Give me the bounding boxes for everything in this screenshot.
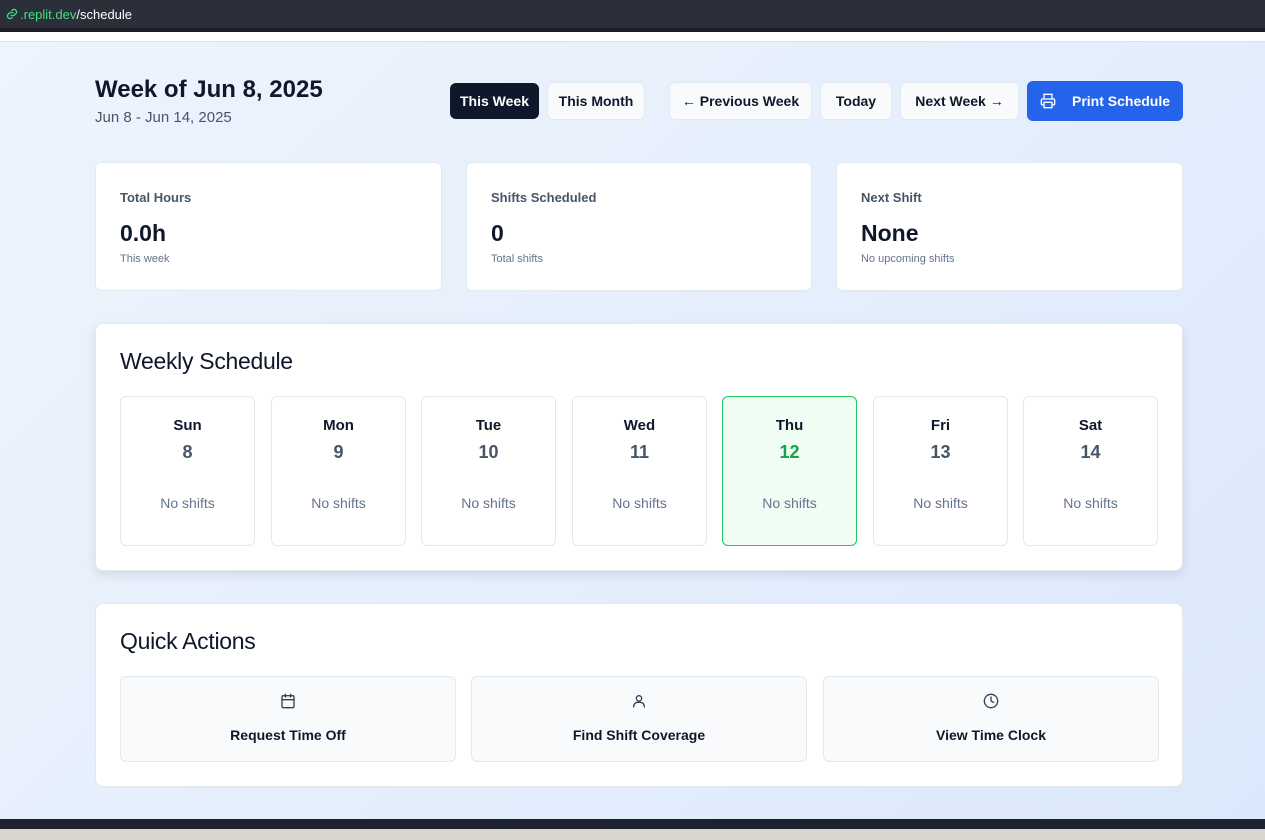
day-card-fri[interactable]: Fri 13 No shifts	[873, 396, 1008, 546]
clock-icon	[983, 693, 999, 709]
next-shift-card: Next Shift None No upcoming shifts	[836, 162, 1183, 291]
day-date: 12	[779, 442, 800, 462]
taskbar-strip	[0, 829, 1265, 840]
link-icon	[6, 8, 18, 20]
calendar-icon	[281, 693, 295, 709]
day-status: No shifts	[612, 495, 667, 511]
this-week-button[interactable]: This Week	[450, 83, 539, 119]
day-card-wed[interactable]: Wed 11 No shifts	[572, 396, 707, 546]
previous-week-button[interactable]: ← Previous Week	[669, 82, 812, 120]
day-status: No shifts	[160, 495, 215, 511]
stat-value: 0.0h	[120, 220, 167, 246]
day-name: Thu	[775, 417, 804, 434]
stat-label: Total Hours	[120, 190, 192, 205]
stat-value: None	[861, 220, 919, 246]
stat-note: Total shifts	[491, 253, 543, 265]
day-card-mon[interactable]: Mon 9 No shifts	[271, 396, 406, 546]
os-taskbar	[0, 819, 1265, 840]
header-divider	[0, 32, 1265, 42]
action-label: View Time Clock	[936, 727, 1046, 743]
day-status: No shifts	[461, 495, 516, 511]
day-date: 9	[333, 442, 344, 462]
stat-value: 0	[491, 220, 504, 246]
page-title: Week of Jun 8, 2025	[95, 76, 323, 103]
action-label: Find Shift Coverage	[572, 727, 706, 743]
day-status: No shifts	[913, 495, 968, 511]
shifts-scheduled-card: Shifts Scheduled 0 Total shifts	[466, 162, 812, 291]
day-name: Tue	[475, 417, 502, 434]
day-card-thu-today[interactable]: Thu 12 No shifts	[722, 396, 857, 546]
day-status: No shifts	[762, 495, 817, 511]
stat-label: Next Shift	[861, 190, 922, 205]
print-schedule-label: Print Schedule	[1071, 93, 1171, 109]
day-name: Wed	[623, 417, 656, 434]
stat-note: No upcoming shifts	[861, 253, 955, 265]
day-name: Fri	[930, 417, 951, 434]
day-name: Sun	[173, 417, 202, 434]
request-time-off-button[interactable]: Request Time Off	[120, 676, 456, 762]
browser-url-bar[interactable]: .replit.dev/schedule	[0, 0, 1265, 32]
day-name: Sat	[1078, 417, 1103, 434]
find-shift-coverage-button[interactable]: Find Shift Coverage	[471, 676, 807, 762]
today-button[interactable]: Today	[820, 82, 892, 120]
day-date: 10	[478, 442, 499, 462]
quick-actions-title: Quick Actions	[120, 628, 256, 654]
day-card-sun[interactable]: Sun 8 No shifts	[120, 396, 255, 546]
user-icon	[633, 695, 645, 708]
next-week-button[interactable]: Next Week →	[900, 82, 1019, 120]
stat-label: Shifts Scheduled	[491, 190, 597, 205]
day-date: 8	[182, 442, 193, 462]
url-path: /schedule	[76, 6, 133, 22]
date-range: Jun 8 - Jun 14, 2025	[95, 109, 232, 126]
weekly-schedule-title: Weekly Schedule	[120, 348, 293, 374]
view-time-clock-button[interactable]: View Time Clock	[823, 676, 1159, 762]
url-domain: .replit.dev	[20, 6, 77, 22]
day-card-sat[interactable]: Sat 14 No shifts	[1023, 396, 1158, 546]
print-schedule-button[interactable]: Print Schedule	[1027, 81, 1183, 121]
printer-icon	[1040, 93, 1056, 109]
day-status: No shifts	[1063, 495, 1118, 511]
action-label: Request Time Off	[230, 727, 346, 743]
day-status: No shifts	[311, 495, 366, 511]
day-date: 11	[629, 442, 650, 462]
weekly-schedule-panel: Weekly Schedule Sun 8 No shifts Mon 9 No…	[95, 323, 1183, 571]
day-name: Mon	[323, 417, 354, 434]
day-date: 13	[930, 442, 951, 462]
total-hours-card: Total Hours 0.0h This week	[95, 162, 442, 291]
this-month-button[interactable]: This Month	[547, 82, 645, 120]
day-card-tue[interactable]: Tue 10 No shifts	[421, 396, 556, 546]
stat-note: This week	[120, 253, 170, 265]
quick-actions-panel: Quick Actions Request Time Off Find Shif…	[95, 603, 1183, 787]
day-date: 14	[1080, 442, 1101, 462]
